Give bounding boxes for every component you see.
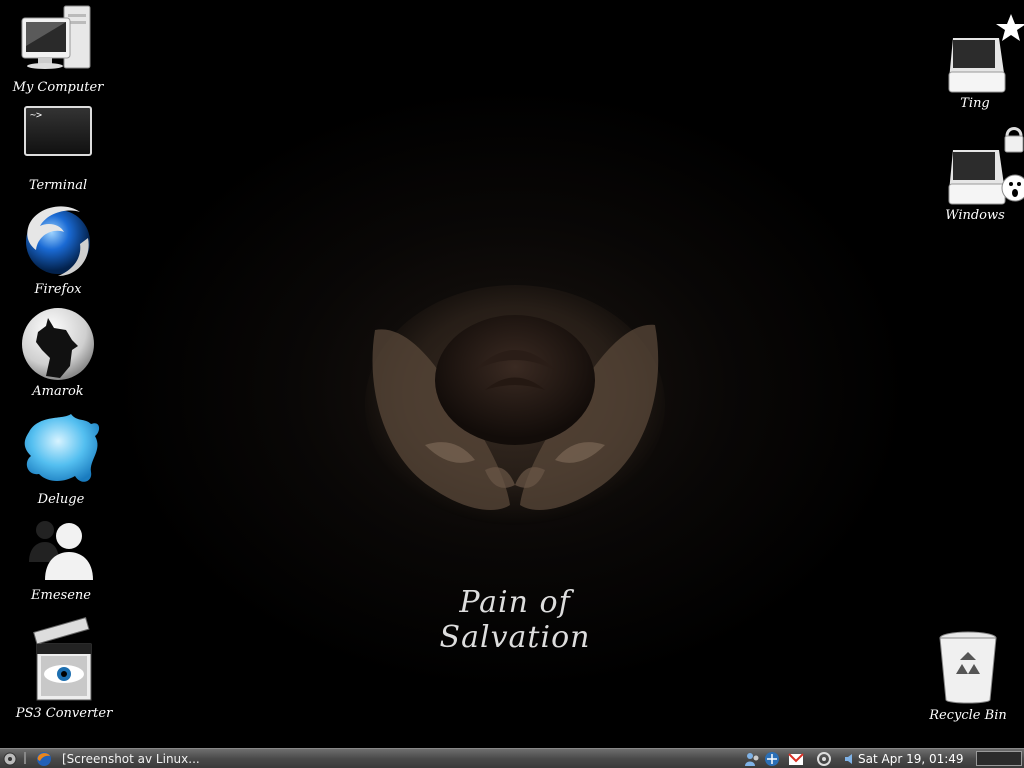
desktop-icon-windows[interactable]: Windows [920,122,1024,223]
desktop: Pain of Salvation My Computer ~> Termina… [0,0,1024,748]
settings-icon[interactable] [816,751,832,767]
wallpaper-hands-rose-image [365,285,665,525]
desktop-icon-firefox[interactable]: Firefox [3,198,113,297]
emesene-users-icon [29,521,93,580]
desktop-icon-ting[interactable]: Ting [920,10,1024,111]
desktop-icon-my-computer[interactable]: My Computer [3,4,113,95]
hard-drive-icon [948,14,1024,93]
user-icon[interactable] [744,751,760,767]
desktop-icon-recycle-bin[interactable]: Recycle Bin [913,630,1023,723]
amarok-wolf-icon [22,308,94,380]
workspace-pager[interactable] [976,751,1022,766]
gmail-icon[interactable] [788,751,804,767]
desktop-icon-deluge[interactable]: Deluge [6,410,116,507]
wallpaper-band-title: Pain of Salvation [439,585,591,655]
network-icon[interactable] [764,751,780,767]
ps3-converter-clapper-icon [33,616,92,701]
recycle-bin-icon [939,631,997,704]
desktop-icon-label: Firefox [34,282,82,297]
firefox-launcher-icon[interactable] [36,751,52,767]
taskbar: [Screenshot av Linux... Sat Apr 19, 01:4… [0,748,1024,768]
desktop-icon-terminal[interactable]: ~> Terminal [3,106,113,193]
desktop-icon-label: PS3 Converter [15,706,113,721]
desktop-icon-label: My Computer [12,80,104,95]
desktop-icon-label: Ting [960,96,990,111]
desktop-icon-label: Terminal [28,178,88,193]
desktop-icon-ps3-converter[interactable]: PS3 Converter [9,616,119,721]
terminal-icon: ~> [24,106,92,156]
desktop-icon-emesene[interactable]: Emesene [6,514,116,603]
desktop-icon-label: Windows [945,208,1005,223]
terminal-prompt: ~> [30,110,43,121]
deluge-splash-icon [24,414,100,482]
taskbar-window-button[interactable]: [Screenshot av Linux... [58,750,672,767]
desktop-icon-label: Recycle Bin [929,708,1007,723]
main-menu-icon[interactable] [2,751,18,767]
desktop-icon-label: Amarok [32,384,84,399]
taskbar-clock[interactable]: Sat Apr 19, 01:49 [858,750,973,767]
hard-drive-locked-icon [948,127,1024,205]
desktop-icon-label: Emesene [31,588,91,603]
volume-icon[interactable] [842,751,858,767]
desktop-icon-label: Deluge [37,492,85,507]
desktop-icon-amarok[interactable]: Amarok [3,306,113,399]
firefox-icon [26,206,90,276]
computer-icon [21,5,91,69]
taskbar-separator [24,752,26,764]
